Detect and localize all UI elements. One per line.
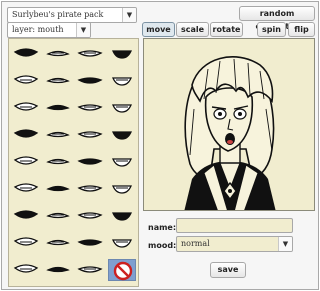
mouth-icon	[46, 104, 70, 111]
layer-select[interactable]: layer: mouth ▼	[7, 22, 91, 38]
mouth-palette	[8, 38, 139, 287]
mouth-option[interactable]	[76, 178, 104, 200]
mouth-icon	[46, 212, 70, 219]
mouth-option[interactable]	[108, 70, 136, 92]
mouth-icon	[13, 183, 39, 192]
prohibited-icon	[113, 261, 133, 281]
character-canvas[interactable]	[143, 38, 315, 211]
mouth-icon	[13, 210, 39, 219]
rotate-button[interactable]: rotate	[210, 22, 243, 37]
mouth-option[interactable]	[44, 178, 72, 200]
mouth-option[interactable]	[44, 97, 72, 119]
mouth-option[interactable]	[12, 205, 40, 227]
mouth-icon	[13, 48, 39, 57]
mouth-icon	[77, 266, 103, 273]
move-button[interactable]: move	[142, 22, 175, 37]
mouth-icon	[77, 131, 103, 138]
scale-button[interactable]: scale	[176, 22, 209, 37]
mouth-icon	[77, 50, 103, 57]
mouth-icon	[13, 237, 39, 246]
mouth-option[interactable]	[76, 70, 104, 92]
mouth-option[interactable]	[76, 205, 104, 227]
save-button[interactable]: save	[210, 262, 246, 278]
mouth-option[interactable]	[44, 205, 72, 227]
mouth-icon	[112, 185, 132, 194]
mouth-icon	[13, 75, 39, 84]
spin-button[interactable]: spin	[257, 22, 286, 37]
mood-select[interactable]: normal ▼	[176, 236, 293, 252]
mouth-option[interactable]	[76, 97, 104, 119]
mouth-icon	[46, 239, 70, 246]
random-character-button[interactable]: random character	[239, 6, 315, 31]
mouth-option[interactable]	[12, 124, 40, 146]
mouth-option[interactable]	[44, 232, 72, 254]
mouth-icon	[112, 50, 132, 59]
mouth-icon	[46, 131, 70, 138]
mouth-option[interactable]	[12, 259, 40, 281]
mouth-icon	[77, 104, 103, 111]
mouth-option[interactable]	[76, 124, 104, 146]
mouth-option[interactable]	[44, 259, 72, 281]
mouth-option[interactable]	[12, 43, 40, 65]
mouth-icon	[112, 77, 132, 86]
mouth-option[interactable]	[108, 232, 136, 254]
mouth-icon	[112, 239, 132, 248]
mouth-icon	[46, 266, 70, 273]
mouth-option[interactable]	[12, 232, 40, 254]
mouth-icon	[46, 77, 70, 84]
mouth-icon	[77, 239, 103, 246]
mouth-option[interactable]	[12, 178, 40, 200]
chevron-down-icon: ▼	[122, 8, 136, 22]
flip-button[interactable]: flip	[288, 22, 315, 37]
mouth-icon	[112, 104, 132, 113]
mood-label: mood:	[148, 241, 177, 250]
mood-select-value: normal	[181, 239, 210, 248]
mouth-icon	[46, 158, 70, 165]
character-illustration	[184, 56, 276, 210]
pack-select-value: Surlybeu's pirate pack	[12, 10, 104, 19]
mouth-option[interactable]	[108, 205, 136, 227]
mouth-option[interactable]	[12, 70, 40, 92]
mouth-option[interactable]	[12, 151, 40, 173]
mouth-option[interactable]	[108, 178, 136, 200]
mouth-icon	[46, 50, 70, 57]
chevron-down-icon: ▼	[278, 237, 292, 251]
mouth-icon	[77, 185, 103, 192]
mouth-option[interactable]	[108, 124, 136, 146]
mouth-option[interactable]	[44, 151, 72, 173]
mouth-option[interactable]	[108, 43, 136, 65]
mouth-icon	[112, 131, 132, 140]
mouth-icon	[13, 264, 39, 273]
mouth-option[interactable]	[44, 70, 72, 92]
mouth-icon	[112, 212, 132, 221]
mouth-option[interactable]	[12, 97, 40, 119]
mouth-icon	[77, 212, 103, 219]
layer-select-value: layer: mouth	[12, 25, 64, 34]
mouth-icon	[77, 158, 103, 165]
app-window: Surlybeu's pirate pack ▼ random characte…	[1, 1, 319, 290]
no-mouth-option[interactable]	[108, 259, 136, 281]
mouth-option[interactable]	[108, 97, 136, 119]
mouth-option[interactable]	[76, 43, 104, 65]
mouth-icon	[13, 129, 39, 138]
mouth-option[interactable]	[76, 151, 104, 173]
mouth-option[interactable]	[76, 232, 104, 254]
name-label: name:	[148, 223, 177, 232]
chevron-down-icon: ▼	[76, 23, 90, 37]
name-input[interactable]	[176, 218, 293, 233]
mouth-option[interactable]	[44, 43, 72, 65]
mouth-option[interactable]	[108, 151, 136, 173]
mouth-icon	[112, 158, 132, 167]
pack-select[interactable]: Surlybeu's pirate pack ▼	[7, 7, 137, 23]
mouth-option[interactable]	[76, 259, 104, 281]
mouth-option[interactable]	[44, 124, 72, 146]
mouth-icon	[77, 77, 103, 84]
mouth-icon	[13, 156, 39, 165]
mouth-icon	[13, 102, 39, 111]
mouth-icon	[46, 185, 70, 192]
